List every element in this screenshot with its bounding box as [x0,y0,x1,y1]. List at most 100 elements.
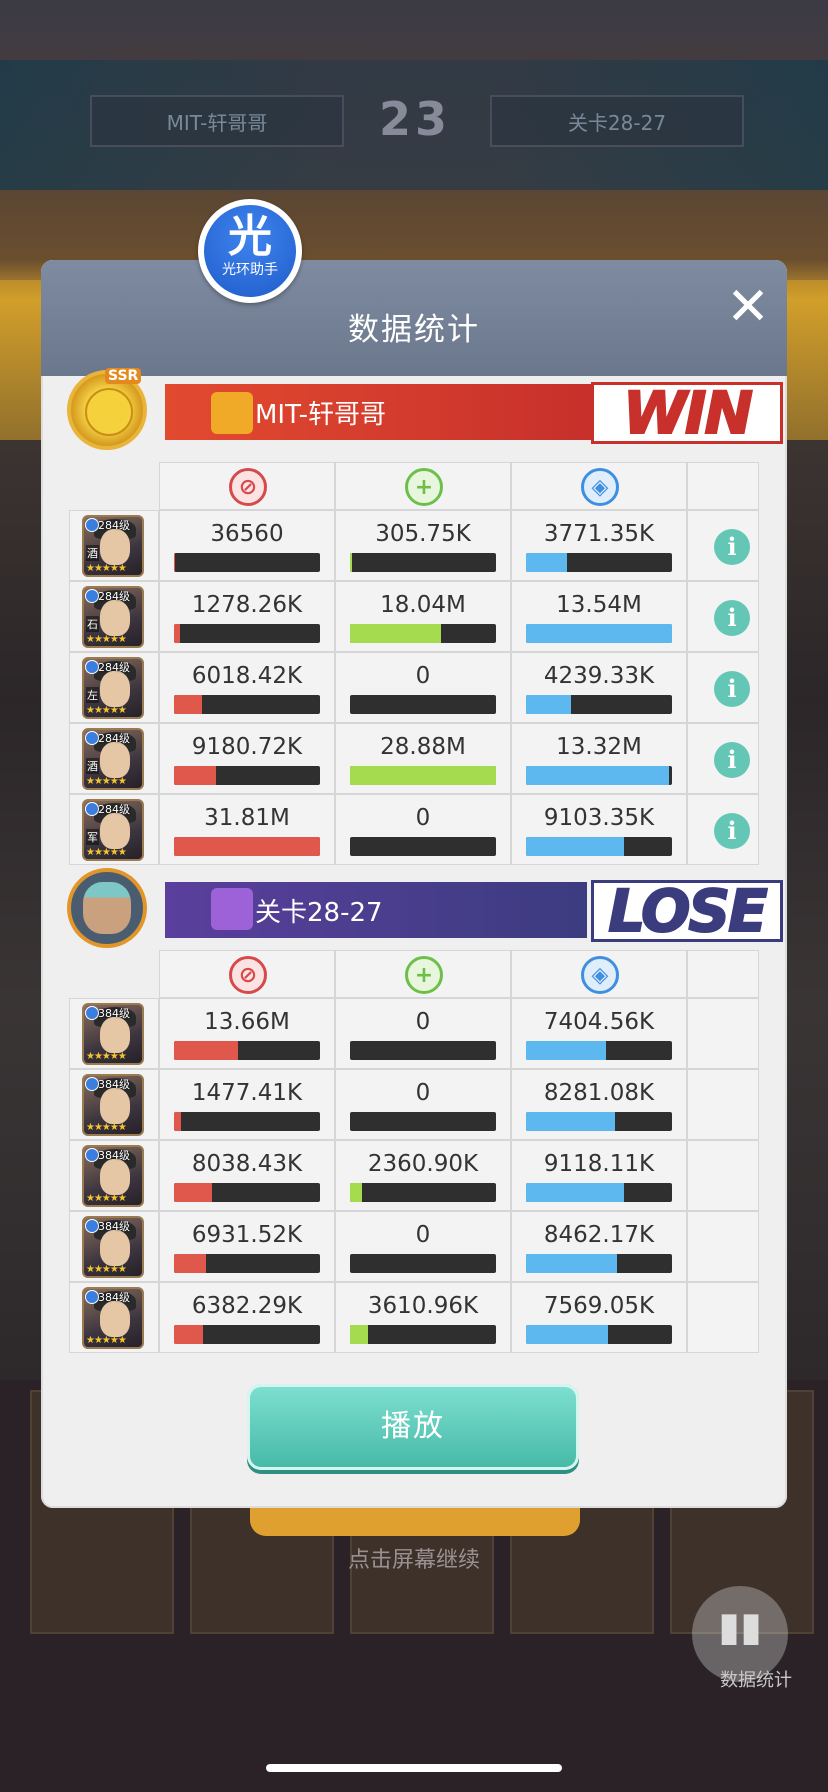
home-indicator[interactable] [266,1764,562,1772]
hero-portrait[interactable]: 384级 ★★★★★ [82,1145,144,1207]
info-icon[interactable]: i [714,529,750,565]
header-stat-cell: ⊘ [159,462,335,510]
heal-bar [350,553,496,572]
stats-dialog: 数据统计 ✕ SSR MIT-轩哥哥 WIN ⊘ + ◈ 284级酒 ★★★★★ 3656… [41,260,787,1508]
hero-portrait[interactable]: 384级 ★★★★★ [82,1287,144,1349]
hero-portrait[interactable]: 284级左 ★★★★★ [82,657,144,719]
info-icon[interactable]: i [714,600,750,636]
damage-value: 6382.29K [191,1293,303,1319]
defense-bar [526,766,672,785]
damage-bar-fill [174,1041,239,1060]
hero-portrait-cell: 384级 ★★★★★ [69,1211,159,1282]
defense-bar [526,837,672,856]
hero-portrait[interactable]: 384级 ★★★★★ [82,1074,144,1136]
hero-face [100,671,130,707]
defense-value: 7404.56K [543,1009,655,1035]
hero-faction-tag: 酒 [86,758,99,774]
element-icon [85,1290,99,1304]
defense-bar [526,1183,672,1202]
defense-bar [526,1325,672,1344]
play-button[interactable]: 播放 [247,1384,579,1470]
info-icon[interactable]: i [714,813,750,849]
damage-bar-fill [174,766,217,785]
damage-bar-fill [174,837,320,856]
damage-cell: 31.81M [159,794,335,865]
damage-bar-fill [174,1183,212,1202]
star-rating-icon: ★★★★★ [86,1122,127,1133]
heal-cell: 0 [335,998,511,1069]
win-result-badge: WIN [591,382,783,444]
damage-bar-fill [174,624,180,643]
heal-cell: 3610.96K [335,1282,511,1353]
guanghuan-helper-badge[interactable]: 光 光环助手 [198,199,302,303]
defense-value: 9118.11K [543,1151,655,1177]
dialog-title: 数据统计 [348,312,480,348]
info-icon[interactable]: i [714,742,750,778]
defense-value: 7569.05K [543,1293,655,1319]
heal-cell: 18.04M [335,581,511,652]
star-rating-icon: ★★★★★ [86,1193,127,1204]
defense-bar [526,553,672,572]
enemy-avatar[interactable] [67,868,147,948]
hero-level: 284级 [98,519,130,532]
hero-face [100,1088,130,1124]
hero-portrait-cell: 284级酒 ★★★★★ [69,510,159,581]
info-cell: i [687,510,759,581]
hero-portrait[interactable]: 284级酒 ★★★★★ [82,515,144,577]
hero-faction-tag: 军 [86,829,99,845]
hero-face [100,529,130,565]
hero-stat-row: 384级 ★★★★★ 6382.29K 3610.96K 7569.05K [69,1282,759,1353]
hero-portrait-cell: 284级左 ★★★★★ [69,652,159,723]
hero-face [100,1017,130,1053]
damage-bar [174,1325,320,1344]
hero-stat-row: 284级石 ★★★★★ 1278.26K 18.04M 13.54M i [69,581,759,652]
defense-bar-fill [526,695,572,714]
ssr-badge: SSR [105,368,142,384]
round-score: 23 [378,92,451,146]
damage-bar [174,624,320,643]
element-icon [85,731,99,745]
player-avatar[interactable]: SSR [67,368,147,450]
hero-face [100,1301,130,1337]
star-rating-icon: ★★★★★ [86,705,127,716]
damage-value: 13.66M [204,1009,290,1035]
damage-cell: 6382.29K [159,1282,335,1353]
hero-portrait[interactable]: 284级军 ★★★★★ [82,799,144,861]
defense-value: 13.32M [556,734,642,760]
sword-damage-icon: ⊘ [229,956,267,994]
heal-value: 0 [415,1222,431,1248]
header-stat-cell: ◈ [511,950,687,998]
hero-portrait[interactable]: 384级 ★★★★★ [82,1003,144,1065]
defense-value: 13.54M [556,592,642,618]
hero-level: 284级 [98,661,130,674]
hero-portrait-cell: 284级军 ★★★★★ [69,794,159,865]
heal-cross-icon: + [405,468,443,506]
hero-portrait[interactable]: 384级 ★★★★★ [82,1216,144,1278]
heal-bar-fill [350,1183,362,1202]
damage-bar [174,553,320,572]
hero-faction-tag: 石 [86,616,99,632]
tap-to-continue[interactable]: 点击屏幕继续 [0,1542,828,1574]
defense-bar-fill [526,1041,607,1060]
damage-bar [174,837,320,856]
header-info-cell [687,950,759,998]
star-rating-icon: ★★★★★ [86,847,127,858]
info-cell [687,998,759,1069]
hero-face [100,742,130,778]
hero-portrait[interactable]: 284级石 ★★★★★ [82,586,144,648]
info-icon[interactable]: i [714,671,750,707]
defense-bar [526,695,672,714]
defense-cell: 9118.11K [511,1140,687,1211]
damage-bar-fill [174,695,202,714]
stage-icon [211,888,253,930]
defense-cell: 3771.35K [511,510,687,581]
hero-portrait[interactable]: 284级酒 ★★★★★ [82,728,144,790]
damage-value: 9180.72K [191,734,303,760]
win-team-name: MIT-轩哥哥 [255,400,386,430]
info-cell [687,1069,759,1140]
defense-bar-fill [526,1325,608,1344]
heal-bar-fill [350,766,496,785]
stats-button-label: 数据统计 [720,1670,792,1691]
close-icon[interactable]: ✕ [723,281,773,334]
heal-bar [350,1325,496,1344]
